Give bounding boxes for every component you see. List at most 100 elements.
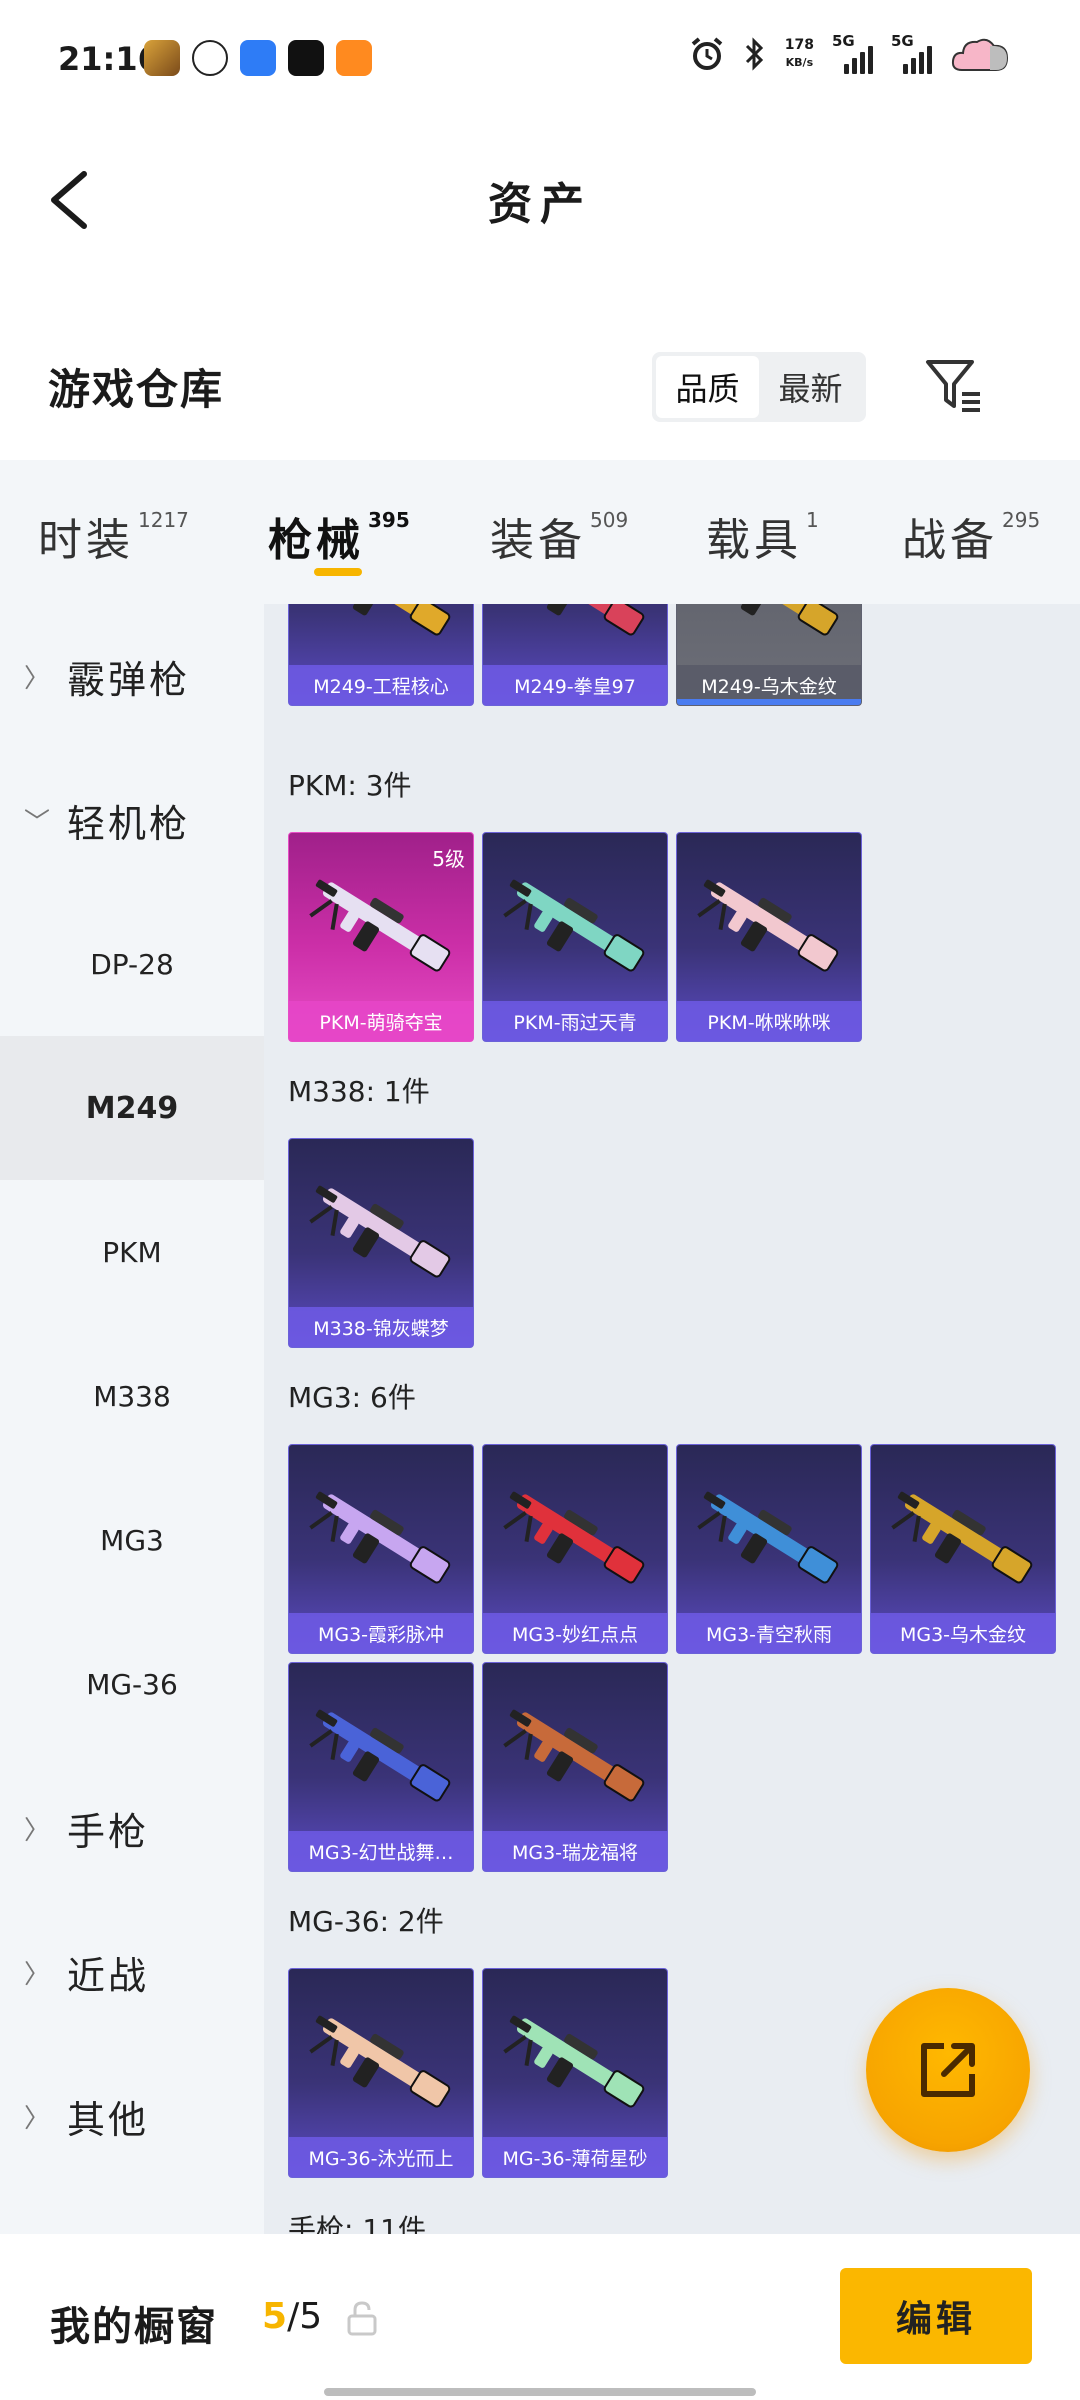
sidebar-item-dp28[interactable]: DP-28 [0, 892, 264, 1036]
skin-card[interactable]: MG3-妙红点点 [482, 1444, 668, 1654]
tab-battle-items[interactable]: 战备 295 [902, 504, 1040, 568]
weapon-image [710, 604, 839, 636]
weapon-image [697, 1491, 839, 1584]
skin-card[interactable]: M249-拳皇97 [482, 604, 668, 706]
bluetooth-icon [745, 37, 763, 71]
sidebar-item-label: 其他 [67, 2097, 150, 2142]
weapon-image [516, 604, 645, 636]
skin-card[interactable]: MG3-乌木金纹 [870, 1444, 1056, 1654]
group-label: 手枪: 11件 [288, 2213, 426, 2234]
weapon-image [503, 2015, 645, 2108]
skin-card[interactable]: MG3-青空秋雨 [676, 1444, 862, 1654]
chevron-right-icon: 〉 [24, 2103, 54, 2134]
home-indicator[interactable] [324, 2388, 756, 2396]
weapon-image [891, 1491, 1033, 1584]
signal-2-icon: 5G [891, 32, 932, 74]
weapon-category-sidebar: 〉 霰弹枪 ﹀ 轻机枪 DP-28 M249 PKM M338 MG3 MG-3… [0, 604, 264, 2234]
weapon-image [697, 879, 839, 972]
section-title: 游戏仓库 [48, 365, 225, 414]
skin-card[interactable]: MG3-霞彩脉冲 [288, 1444, 474, 1654]
chevron-right-icon: 〉 [24, 1815, 54, 1846]
group-label: MG-36: 2件 [288, 1905, 444, 1938]
net-speed-value: 178 [784, 37, 814, 53]
sidebar-item-label: MG3 [100, 1523, 164, 1557]
tab-label: 载具 [706, 515, 802, 566]
sidebar-item-mg3[interactable]: MG3 [0, 1468, 264, 1612]
sort-toggle: 品质 最新 [652, 352, 866, 422]
skin-card[interactable]: PKM-咻咪咻咪 [676, 832, 862, 1042]
skin-name: MG3-乌木金纹 [871, 1613, 1055, 1653]
chevron-right-icon: 〉 [24, 1959, 54, 1990]
network-speed: 178 KB/s [785, 36, 814, 72]
share-icon [921, 2043, 975, 2097]
status-bar: 21:16 178 KB/s 5G 5G [0, 0, 1080, 120]
sim2-label: 5G [891, 32, 914, 50]
skin-name: MG3-瑞龙福将 [483, 1831, 667, 1871]
edit-button[interactable]: 编辑 [840, 2268, 1032, 2364]
sidebar-item-label: M338 [93, 1379, 171, 1413]
showcase-label: 我的橱窗 [50, 2304, 218, 2350]
notification-icons [144, 40, 372, 76]
system-icons: 178 KB/s 5G 5G [689, 32, 1010, 74]
sidebar-item-other[interactable]: 〉 其他 [0, 2044, 264, 2188]
skin-name: MG-36-薄荷星砂 [483, 2137, 667, 2177]
skin-name: MG3-妙红点点 [483, 1613, 667, 1653]
category-tabs: 时装 1217 枪械 395 装备 509 载具 1 战备 295 [0, 460, 1080, 604]
skin-card[interactable]: MG3-幻世战舞… [288, 1662, 474, 1872]
sidebar-item-shotgun[interactable]: 〉 霰弹枪 [0, 604, 264, 748]
filter-icon [926, 360, 980, 412]
tab-count: 1217 [138, 508, 189, 532]
skin-card[interactable]: PKM-雨过天青 [482, 832, 668, 1042]
level-badge: 5级 [432, 847, 465, 871]
showcase-bar: 我的橱窗 5/5 编辑 [0, 2234, 1080, 2400]
tab-vehicles[interactable]: 载具 1 [706, 504, 819, 568]
tab-equipment[interactable]: 装备 509 [490, 504, 628, 568]
weapon-image [309, 879, 451, 972]
filter-button[interactable] [922, 354, 986, 418]
sim1-label: 5G [832, 32, 855, 50]
skin-name: MG-36-沐光而上 [289, 2137, 473, 2177]
sidebar-item-pkm[interactable]: PKM [0, 1180, 264, 1324]
sidebar-item-label: MG-36 [86, 1667, 178, 1701]
tab-fashion[interactable]: 时装 1217 [38, 504, 189, 568]
skin-card[interactable]: 5级 PKM-萌骑夺宝 [288, 832, 474, 1042]
skin-name: PKM-咻咪咻咪 [677, 1001, 861, 1041]
sidebar-item-pistol[interactable]: 〉 手枪 [0, 1756, 264, 1900]
weapon-image [309, 1709, 451, 1802]
sort-newest-button[interactable]: 最新 [759, 356, 862, 418]
sidebar-item-mg36[interactable]: MG-36 [0, 1612, 264, 1756]
skin-card[interactable]: M338-锦灰蝶梦 [288, 1138, 474, 1348]
tab-label: 枪械 [268, 515, 364, 566]
chevron-down-icon: ﹀ [24, 807, 54, 838]
alarm-icon [691, 37, 723, 70]
game-app-icon [144, 40, 180, 76]
share-button[interactable] [866, 1988, 1030, 2152]
skin-card[interactable]: MG-36-沐光而上 [288, 1968, 474, 2178]
skin-name: PKM-萌骑夺宝 [289, 1001, 473, 1041]
active-tab-indicator [314, 568, 362, 576]
sidebar-item-m338[interactable]: M338 [0, 1324, 264, 1468]
weapon-image [503, 1709, 645, 1802]
media-app-icon [288, 40, 324, 76]
tab-count: 295 [1002, 508, 1041, 532]
skin-card[interactable]: MG3-瑞龙福将 [482, 1662, 668, 1872]
skin-card[interactable]: MG-36-薄荷星砂 [482, 1968, 668, 2178]
skin-name: PKM-雨过天青 [483, 1001, 667, 1041]
sidebar-item-label: 近战 [67, 1953, 150, 1998]
chat-app-icon [336, 40, 372, 76]
sort-quality-button[interactable]: 品质 [656, 356, 759, 418]
tab-label: 装备 [490, 515, 586, 566]
tab-firearms[interactable]: 枪械 395 [268, 504, 410, 568]
sidebar-item-label: 轻机枪 [67, 801, 191, 846]
skin-name: M249-工程核心 [289, 665, 473, 705]
sidebar-item-melee[interactable]: 〉 近战 [0, 1900, 264, 2044]
skin-card[interactable]: M249-乌木金纹 [676, 604, 862, 706]
group-label: PKM: 3件 [288, 769, 412, 802]
battery-cloud-icon [951, 38, 1009, 71]
skin-name: MG3-青空秋雨 [677, 1613, 861, 1653]
sidebar-item-m249[interactable]: M249 [0, 1036, 264, 1180]
sidebar-item-lmg[interactable]: ﹀ 轻机枪 [0, 748, 264, 892]
skin-name: M338-锦灰蝶梦 [289, 1307, 473, 1347]
skin-card[interactable]: M249-工程核心 [288, 604, 474, 706]
skin-name: MG3-幻世战舞… [289, 1831, 473, 1871]
